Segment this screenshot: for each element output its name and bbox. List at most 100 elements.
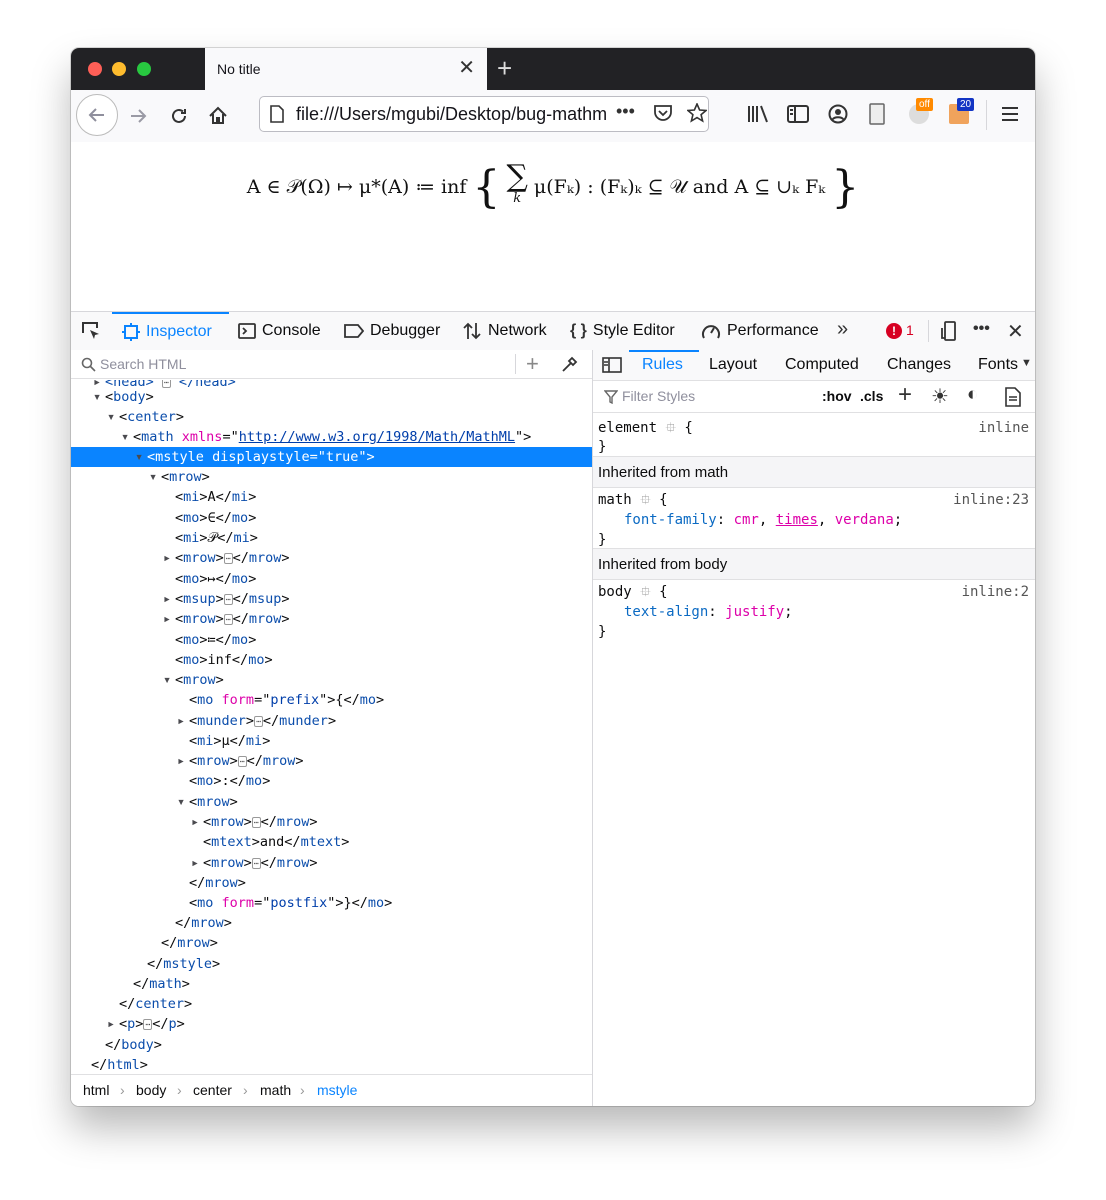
tab-rules[interactable]: Rules — [642, 356, 683, 374]
eyedropper-icon[interactable] — [561, 355, 579, 373]
tree-row-mi-mu[interactable]: <mi>μ</mi> — [71, 731, 592, 751]
body-rule-source[interactable]: inline:2 — [962, 582, 1029, 602]
responsive-design-icon[interactable] — [941, 321, 959, 341]
add-node-icon[interactable]: + — [526, 351, 539, 377]
tree-row-mrow-collapsed[interactable]: ▸ <mrow> ⋯ </mrow> — [71, 548, 592, 568]
tab-close-icon[interactable]: ✕ — [458, 57, 475, 79]
search-html-input[interactable]: Search HTML — [100, 356, 186, 372]
forward-button[interactable] — [122, 100, 154, 132]
tree-row-mo-in[interactable]: <mo>∈</mo> — [71, 508, 592, 528]
tree-row-mo-coloneq[interactable]: <mo>≔</mo> — [71, 630, 592, 650]
tree-row-mo-inf[interactable]: <mo>inf</mo> — [71, 650, 592, 670]
library-icon[interactable] — [747, 104, 769, 124]
print-media-icon[interactable] — [1005, 387, 1021, 407]
tree-row-close-mrow[interactable]: </mrow> — [71, 873, 592, 893]
devtools-menu-icon[interactable]: ••• — [973, 320, 990, 338]
tree-row-mo-prefix[interactable]: <mo form="prefix">{</mo> — [71, 690, 592, 710]
tree-row-mrow[interactable]: ▾ <mrow> — [71, 670, 592, 690]
breadcrumb-body[interactable]: body — [136, 1082, 166, 1098]
tree-row-mo-colon[interactable]: <mo>:</mo> — [71, 771, 592, 791]
breadcrumb-mstyle[interactable]: mstyle — [317, 1082, 357, 1098]
rule-close-brace: } — [598, 439, 607, 455]
light-theme-icon[interactable]: ☀ — [931, 384, 949, 409]
pocket-icon[interactable] — [653, 104, 673, 122]
reader-icon[interactable] — [869, 103, 885, 125]
tree-row-mi-a[interactable]: <mi>A</mi> — [71, 487, 592, 507]
add-rule-icon[interactable]: + — [898, 381, 912, 409]
url-text[interactable]: file:///Users/mgubi/Desktop/bug-mathml — [296, 104, 606, 125]
tree-row-mrow[interactable]: ▾ <mrow> — [71, 792, 592, 812]
tree-row-mrow-collapsed[interactable]: ▸ <mrow> ⋯ </mrow> — [71, 609, 592, 629]
filter-styles-input[interactable]: Filter Styles — [622, 388, 695, 404]
tree-row-mtext[interactable]: <mtext>and</mtext> — [71, 832, 592, 852]
tree-row-math[interactable]: ▾ <math xmlns="http://www.w3.org/1998/Mat… — [71, 427, 592, 447]
error-icon[interactable]: ! — [886, 323, 902, 339]
tree-row-mo-postfix[interactable]: <mo form="postfix">}</mo> — [71, 893, 592, 913]
menu-icon[interactable] — [1001, 106, 1019, 122]
body-rule-declaration[interactable]: text-align: justify; — [624, 602, 793, 622]
tree-row-body[interactable]: ▾ <body> — [71, 387, 592, 407]
new-tab-button[interactable]: + — [497, 54, 512, 82]
tree-row-p[interactable]: ▸ <p> ⋯ </p> — [71, 1014, 592, 1034]
tree-row-close-body[interactable]: </body> — [71, 1035, 592, 1055]
tab-debugger[interactable]: Debugger — [344, 312, 440, 350]
reload-button[interactable] — [163, 100, 195, 132]
tab-fonts[interactable]: Fonts — [978, 356, 1018, 374]
math-rule-selector[interactable]: math — [598, 492, 632, 508]
cls-button[interactable]: .cls — [860, 388, 883, 404]
formula-right: μ(Fₖ) : (Fₖ)ₖ ⊆ 𝒰 and A ⊆ ∪ₖ Fₖ — [533, 176, 826, 198]
bookmark-star-icon[interactable] — [687, 103, 707, 123]
element-picker-icon[interactable] — [81, 321, 101, 341]
tree-row-msup[interactable]: ▸ <msup> ⋯ </msup> — [71, 589, 592, 609]
tree-row-mrow[interactable]: ▾ <mrow> — [71, 467, 592, 487]
close-window-button[interactable] — [88, 62, 102, 76]
minimize-window-button[interactable] — [112, 62, 126, 76]
sidebar-icon[interactable] — [787, 105, 809, 123]
tree-row-close-mrow[interactable]: </mrow> — [71, 933, 592, 953]
tab-style-editor[interactable]: { } Style Editor — [570, 312, 675, 350]
tab-inspector[interactable]: Inspector — [112, 312, 229, 350]
breadcrumb-center[interactable]: center — [193, 1082, 232, 1098]
tree-row-close-math[interactable]: </math> — [71, 974, 592, 994]
dark-theme-icon[interactable]: ◐ — [967, 384, 978, 406]
tab-performance[interactable]: Performance — [701, 312, 819, 350]
close-devtools-icon[interactable]: ✕ — [1007, 319, 1024, 344]
element-rule-selector[interactable]: element — [598, 420, 657, 436]
tab-computed[interactable]: Computed — [785, 356, 859, 374]
tree-row-mo-mapsto[interactable]: <mo>↦</mo> — [71, 569, 592, 589]
account-icon[interactable] — [828, 104, 848, 124]
browser-tab[interactable]: No title ✕ — [205, 48, 487, 90]
tree-row-close-center[interactable]: </center> — [71, 994, 592, 1014]
tree-row-close-mstyle[interactable]: </mstyle> — [71, 954, 592, 974]
math-rule-source[interactable]: inline:23 — [953, 490, 1029, 510]
body-rule-selector[interactable]: body — [598, 584, 632, 600]
chevron-down-icon[interactable]: ▼ — [1021, 357, 1032, 369]
zoom-window-button[interactable] — [137, 62, 151, 76]
tab-layout[interactable]: Layout — [709, 356, 757, 374]
tree-row-mrow-collapsed[interactable]: ▸ <mrow> ⋯ </mrow> — [71, 751, 592, 771]
tree-row-close-html[interactable]: </html> — [71, 1055, 592, 1072]
tab-changes[interactable]: Changes — [887, 356, 951, 374]
page-actions-icon[interactable]: ••• — [616, 101, 635, 122]
tab-network[interactable]: Network — [462, 312, 547, 350]
breadcrumb-html[interactable]: html — [83, 1082, 109, 1098]
back-button[interactable] — [76, 94, 118, 136]
tree-row-mrow-collapsed[interactable]: ▸ <mrow> ⋯ </mrow> — [71, 812, 592, 832]
tree-row-mi-p[interactable]: <mi>𝒫</mi> — [71, 528, 592, 548]
more-tabs-chevron-icon[interactable]: » — [837, 318, 848, 341]
node-icon: ⯐ — [640, 492, 651, 508]
tree-row-munder[interactable]: ▸ <munder> ⋯ </munder> — [71, 711, 592, 731]
error-count[interactable]: 1 — [906, 322, 914, 338]
tab-console[interactable]: Console — [238, 312, 321, 350]
tree-row-center[interactable]: ▾ <center> — [71, 407, 592, 427]
tree-row-close-mrow[interactable]: </mrow> — [71, 913, 592, 933]
url-bar[interactable]: file:///Users/mgubi/Desktop/bug-mathml •… — [259, 96, 709, 132]
math-rule-declaration[interactable]: font-family: cmr, times, verdana; — [624, 510, 902, 530]
breadcrumb-math[interactable]: math — [260, 1082, 291, 1098]
extension-count-badge: 20 — [957, 98, 975, 111]
hov-button[interactable]: :hov — [822, 388, 852, 404]
toggle-panes-icon[interactable] — [602, 357, 622, 373]
home-button[interactable] — [202, 100, 234, 132]
tree-row-mrow-collapsed[interactable]: ▸ <mrow> ⋯ </mrow> — [71, 853, 592, 873]
tree-row-mstyle-selected[interactable]: ▾ <mstyle displaystyle="true"> — [71, 447, 592, 467]
